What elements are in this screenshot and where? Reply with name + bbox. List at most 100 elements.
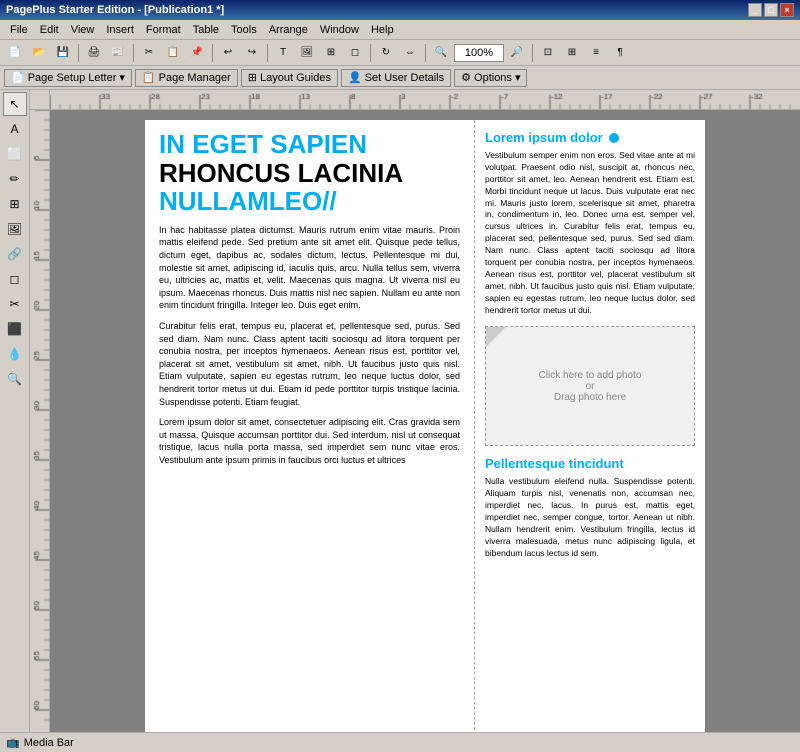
- ruler-corner: [30, 90, 50, 110]
- toolbox: ↖ A ⬜ ✏ ⊞ 🖼 🔗 ◻ ✂ ⬛ 💧 🔍: [0, 90, 30, 732]
- zoom-out-button[interactable]: 🔍: [430, 42, 452, 64]
- headline-line3: NULLAMLEO//: [159, 187, 460, 216]
- canvas-scroll[interactable]: IN EGET SAPIEN RHONCUS LACINIA NULLAMLEO…: [50, 110, 800, 732]
- right-body-2: Nulla vestibulum eleifend nulla. Suspend…: [485, 476, 695, 559]
- picture-button[interactable]: 🖼: [296, 42, 318, 64]
- options-icon: ⚙: [461, 71, 471, 84]
- layout-guides-button[interactable]: ⊞ Layout Guides: [241, 69, 338, 87]
- minimize-button[interactable]: _: [748, 3, 762, 17]
- body-paragraph-3: Lorem ipsum dolor sit amet, consectetuer…: [159, 416, 460, 466]
- user-details-icon: 👤: [348, 71, 362, 84]
- toolbar-sep-6: [425, 44, 426, 62]
- table-tool[interactable]: ⊞: [3, 192, 27, 216]
- page-canvas: IN EGET SAPIEN RHONCUS LACINIA NULLAMLEO…: [145, 120, 705, 732]
- copy-button[interactable]: 📋: [162, 42, 184, 64]
- right-heading-1-text: Lorem ipsum dolor: [485, 130, 603, 145]
- page-setup-icon: 📄: [11, 71, 25, 84]
- view-button[interactable]: ⊡: [537, 42, 559, 64]
- columns-button[interactable]: ≡: [585, 42, 607, 64]
- flip-button[interactable]: ⇔: [399, 42, 421, 64]
- right-heading-1: Lorem ipsum dolor: [485, 130, 695, 145]
- headline-line1: IN EGET SAPIEN: [159, 130, 460, 159]
- zoom-tool[interactable]: 🔍: [3, 367, 27, 391]
- format-bar: 📄 Page Setup Letter ▾ 📋 Page Manager ⊞ L…: [0, 66, 800, 90]
- frame-tool[interactable]: ⬜: [3, 142, 27, 166]
- ruler-top: // This will be drawn via JS below: [50, 90, 800, 110]
- close-button[interactable]: ×: [780, 3, 794, 17]
- title-bar-buttons[interactable]: _ □ ×: [748, 3, 794, 17]
- toolbar-sep-2: [133, 44, 134, 62]
- menu-tools[interactable]: Tools: [225, 22, 263, 38]
- publish-button[interactable]: 📰: [107, 42, 129, 64]
- print-button[interactable]: 🖨: [83, 42, 105, 64]
- rotate-button[interactable]: ↻: [375, 42, 397, 64]
- redo-button[interactable]: ↪: [241, 42, 263, 64]
- menu-arrange[interactable]: Arrange: [263, 22, 314, 38]
- open-button[interactable]: 📂: [28, 42, 50, 64]
- cut-button[interactable]: ✂: [138, 42, 160, 64]
- app-title: PagePlus Starter Edition - [Publication1…: [6, 4, 224, 16]
- draw-tool[interactable]: ✏: [3, 167, 27, 191]
- layout-guides-icon: ⊞: [248, 71, 257, 84]
- save-button[interactable]: 💾: [52, 42, 74, 64]
- menu-table[interactable]: Table: [187, 22, 225, 38]
- menu-window[interactable]: Window: [314, 22, 365, 38]
- menu-file[interactable]: File: [4, 22, 34, 38]
- page-setup-chevron: ▾: [119, 71, 125, 84]
- pilcrow-button[interactable]: ¶: [609, 42, 631, 64]
- fill-tool[interactable]: ⬛: [3, 317, 27, 341]
- table-button[interactable]: ⊞: [320, 42, 342, 64]
- main-area: ↖ A ⬜ ✏ ⊞ 🖼 🔗 ◻ ✂ ⬛ 💧 🔍 // This will be …: [0, 90, 800, 732]
- page-manager-icon: 📋: [142, 71, 156, 84]
- toolbar-sep-5: [370, 44, 371, 62]
- options-chevron: ▾: [515, 71, 521, 84]
- options-label: Options: [474, 72, 512, 84]
- page-setup-button[interactable]: 📄 Page Setup Letter ▾: [4, 69, 132, 87]
- status-text: Media Bar: [24, 737, 74, 749]
- page-setup-label: Page Setup Letter: [28, 72, 117, 84]
- menu-bar: File Edit View Insert Format Table Tools…: [0, 20, 800, 40]
- photo-placeholder-text: Click here to add photoorDrag photo here: [539, 370, 642, 403]
- image-tool[interactable]: 🖼: [3, 217, 27, 241]
- shape-tool[interactable]: ◻: [3, 267, 27, 291]
- text-tool[interactable]: A: [3, 117, 27, 141]
- menu-help[interactable]: Help: [365, 22, 400, 38]
- shape-button[interactable]: ◻: [344, 42, 366, 64]
- page-manager-label: Page Manager: [159, 72, 231, 84]
- eyedropper-tool[interactable]: 💧: [3, 342, 27, 366]
- page-manager-button[interactable]: 📋 Page Manager: [135, 69, 238, 87]
- text-button[interactable]: T: [272, 42, 294, 64]
- status-label: 📺: [6, 736, 20, 749]
- new-button[interactable]: 📄: [4, 42, 26, 64]
- menu-format[interactable]: Format: [140, 22, 187, 38]
- right-column: Lorem ipsum dolor Vestibulum semper enim…: [475, 120, 705, 732]
- ruler-left: [30, 110, 50, 732]
- right-heading-2-text: Pellentesque tincidunt: [485, 456, 624, 471]
- undo-button[interactable]: ↩: [217, 42, 239, 64]
- crop-tool[interactable]: ✂: [3, 292, 27, 316]
- menu-edit[interactable]: Edit: [34, 22, 65, 38]
- set-user-details-button[interactable]: 👤 Set User Details: [341, 69, 451, 87]
- zoom-in-button[interactable]: 🔎: [506, 42, 528, 64]
- content-area: // This will be drawn via JS below IN EG…: [30, 90, 800, 732]
- maximize-button[interactable]: □: [764, 3, 778, 17]
- set-user-details-label: Set User Details: [365, 72, 444, 84]
- toolbar-sep-7: [532, 44, 533, 62]
- layout-button[interactable]: ⊞: [561, 42, 583, 64]
- status-bar: 📺 Media Bar: [0, 732, 800, 752]
- main-toolbar: 📄 📂 💾 🖨 📰 ✂ 📋 📌 ↩ ↪ T 🖼 ⊞ ◻ ↻ ⇔ 🔍 100% 🔎…: [0, 40, 800, 66]
- headline-block: IN EGET SAPIEN RHONCUS LACINIA NULLAMLEO…: [159, 130, 460, 216]
- zoom-value[interactable]: 100%: [454, 44, 504, 62]
- options-button[interactable]: ⚙ Options ▾: [454, 69, 527, 87]
- toolbar-sep-3: [212, 44, 213, 62]
- layout-guides-label: Layout Guides: [260, 72, 331, 84]
- select-tool[interactable]: ↖: [3, 92, 27, 116]
- paste-button[interactable]: 📌: [186, 42, 208, 64]
- body-paragraph-1: In hac habitasse platea dictumst. Mauris…: [159, 224, 460, 312]
- right-body-1: Vestibulum semper enim non eros. Sed vit…: [485, 150, 695, 316]
- photo-placeholder[interactable]: Click here to add photoorDrag photo here: [485, 326, 695, 446]
- toolbar-sep-1: [78, 44, 79, 62]
- menu-view[interactable]: View: [65, 22, 101, 38]
- link-tool[interactable]: 🔗: [3, 242, 27, 266]
- menu-insert[interactable]: Insert: [100, 22, 140, 38]
